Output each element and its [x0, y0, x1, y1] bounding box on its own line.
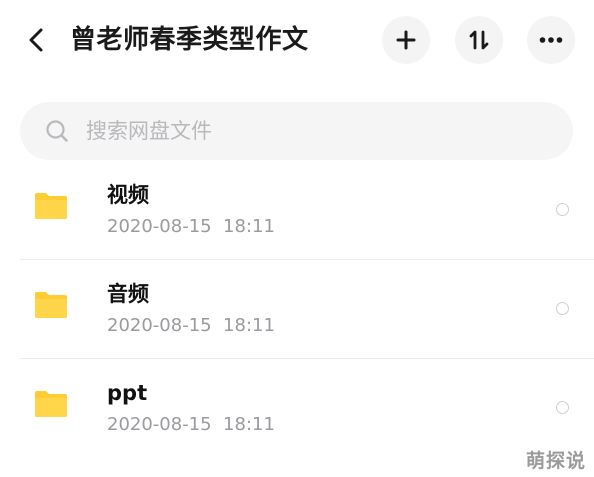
- folder-icon: [35, 391, 67, 417]
- file-browser-screen: 曾老师春季类型作文 搜索网盘文件 视频 2020-08-15 18:11 音频 …: [0, 0, 594, 477]
- select-checkbox[interactable]: [556, 401, 569, 414]
- list-item-ppt-folder[interactable]: ppt 2020-08-15 18:11: [0, 358, 594, 457]
- back-button[interactable]: [18, 24, 54, 56]
- folder-icon: [35, 292, 67, 318]
- file-name: 视频: [107, 183, 149, 207]
- chevron-left-icon: [29, 28, 43, 52]
- sort-button[interactable]: [455, 16, 503, 64]
- file-name: ppt: [107, 381, 148, 405]
- watermark-text: 萌探说: [526, 450, 587, 472]
- folder-icon: [35, 193, 67, 219]
- list-item-audio-folder[interactable]: 音频 2020-08-15 18:11: [0, 259, 594, 358]
- select-checkbox[interactable]: [556, 302, 569, 315]
- search-icon: [44, 118, 70, 144]
- search-input[interactable]: [84, 118, 528, 144]
- page-title: 曾老师春季类型作文: [70, 25, 309, 55]
- file-list: 视频 2020-08-15 18:11 音频 2020-08-15 18:11 …: [0, 160, 594, 457]
- select-checkbox[interactable]: [556, 203, 569, 216]
- add-button[interactable]: [382, 16, 430, 64]
- sort-icon: [469, 30, 489, 50]
- list-item-video-folder[interactable]: 视频 2020-08-15 18:11: [0, 160, 594, 259]
- plus-icon: [396, 30, 416, 50]
- file-date: 2020-08-15 18:11: [107, 216, 275, 237]
- search-bar[interactable]: [20, 102, 573, 160]
- top-bar: 曾老师春季类型作文: [0, 0, 594, 80]
- file-date: 2020-08-15 18:11: [107, 315, 275, 336]
- more-button[interactable]: [527, 16, 575, 64]
- file-date: 2020-08-15 18:11: [107, 414, 275, 435]
- file-name: 音频: [107, 282, 149, 306]
- more-horizontal-icon: [539, 37, 563, 43]
